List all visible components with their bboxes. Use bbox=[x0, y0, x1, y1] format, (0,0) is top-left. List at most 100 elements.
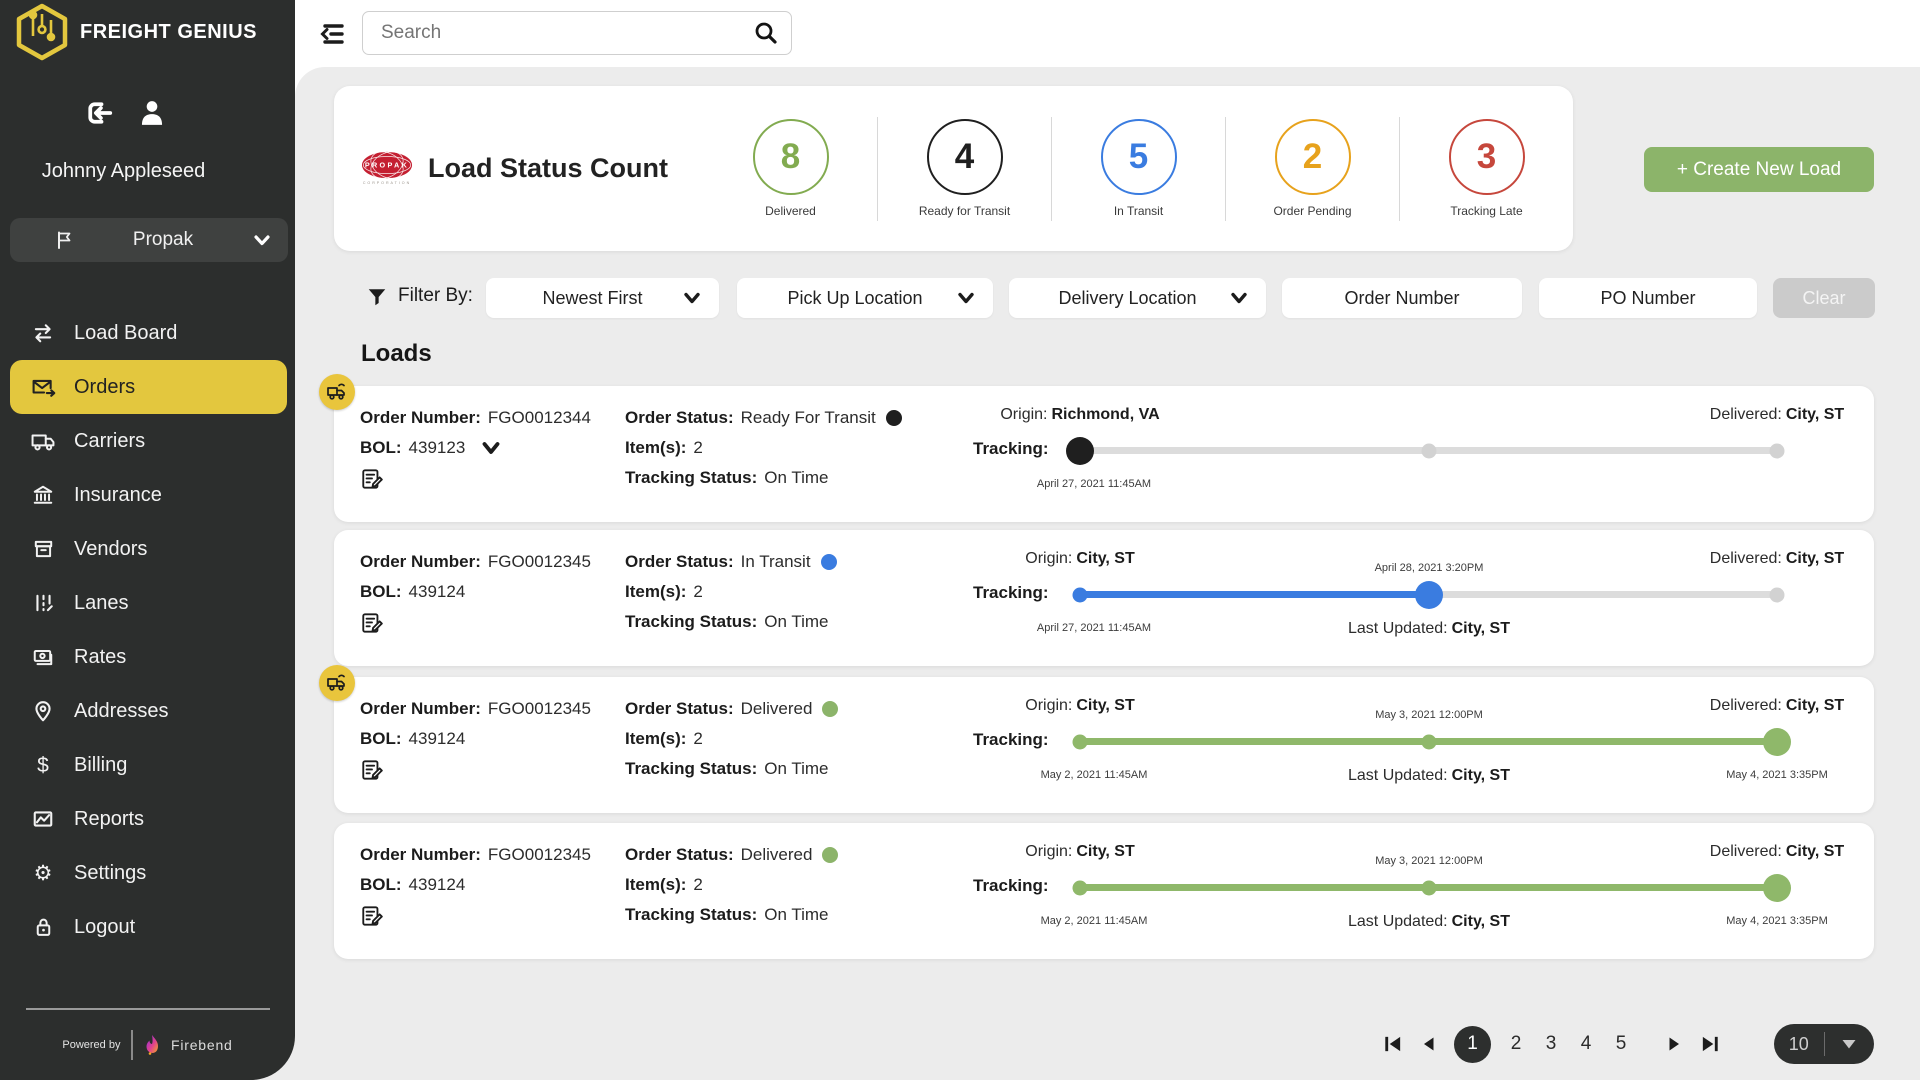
create-new-load-button[interactable]: + Create New Load bbox=[1644, 147, 1874, 192]
profile-button[interactable] bbox=[140, 100, 164, 126]
start-timestamp: May 2, 2021 11:45AM bbox=[1041, 915, 1148, 927]
end-timestamp: May 4, 2021 3:35PM bbox=[1726, 915, 1828, 927]
tracking-dot bbox=[1763, 728, 1791, 756]
last-updated-text bbox=[1427, 476, 1431, 494]
sidebar-item-billing[interactable]: $ Billing bbox=[10, 738, 287, 792]
sidebar-item-rates[interactable]: Rates bbox=[10, 630, 287, 684]
filter-funnel-icon bbox=[366, 286, 388, 308]
sidebar: FREIGHT GENIUS Johnny Appleseed Propak bbox=[0, 0, 295, 1080]
start-timestamp: April 27, 2021 11:45AM bbox=[1037, 622, 1151, 634]
last-page-button[interactable] bbox=[1699, 1033, 1721, 1055]
page-button-1[interactable]: 1 bbox=[1454, 1026, 1491, 1063]
gear-icon: ⚙ bbox=[30, 863, 56, 884]
tracking-dot bbox=[1421, 734, 1436, 749]
page-size-value: 10 bbox=[1774, 1034, 1824, 1055]
tracking-progress-bar bbox=[1080, 884, 1777, 891]
load-status-panel: PROPAK CORPORATION Load Status Count 8 D… bbox=[334, 86, 1573, 251]
tracking-dot bbox=[1421, 443, 1436, 458]
brand-name: FREIGHT GENIUS bbox=[80, 21, 257, 44]
map-pin-icon bbox=[30, 700, 56, 723]
end-timestamp: May 4, 2021 3:35PM bbox=[1726, 769, 1828, 781]
origin-text: Origin:Richmond, VA bbox=[1000, 406, 1159, 424]
first-page-icon bbox=[1382, 1033, 1404, 1055]
sort-dropdown[interactable]: Newest First bbox=[486, 278, 719, 318]
company-selector[interactable]: Propak bbox=[10, 218, 288, 262]
tracking-dot bbox=[1073, 734, 1088, 749]
tracking-dot bbox=[1066, 437, 1094, 465]
po-number-input[interactable] bbox=[1539, 278, 1757, 318]
filter-by-label: Filter By: bbox=[398, 285, 473, 307]
collapse-sidebar-icon bbox=[317, 19, 347, 49]
logout-shortcut-button[interactable] bbox=[84, 100, 114, 126]
delivered-text: Delivered:City, ST bbox=[1710, 406, 1844, 424]
last-updated-text: Last Updated:City, ST bbox=[1348, 913, 1510, 931]
start-timestamp: April 27, 2021 11:45AM bbox=[1037, 478, 1151, 490]
load-card: Order Number: FGO0012345 BOL: 439124 Ord… bbox=[334, 823, 1874, 959]
count-ready-for-transit: 4 Ready for Transit bbox=[878, 119, 1051, 218]
sidebar-item-insurance[interactable]: Insurance bbox=[10, 468, 287, 522]
tracking-dot bbox=[1770, 587, 1785, 602]
start-timestamp: May 2, 2021 11:45AM bbox=[1041, 769, 1148, 781]
powered-by: Powered by Firebend bbox=[0, 1030, 295, 1060]
tracking-dot bbox=[1763, 874, 1791, 902]
page-button-2[interactable]: 2 bbox=[1506, 1033, 1526, 1055]
sidebar-item-addresses[interactable]: Addresses bbox=[10, 684, 287, 738]
tracking-label: Tracking: bbox=[973, 730, 1049, 750]
sidebar-item-lanes[interactable]: Lanes bbox=[10, 576, 287, 630]
pickup-location-dropdown[interactable]: Pick Up Location bbox=[737, 278, 993, 318]
page-button-5[interactable]: 5 bbox=[1611, 1033, 1631, 1055]
tracking-section: Tracking: Origin:City, ST Delivered:City… bbox=[334, 677, 1874, 813]
delivery-location-dropdown[interactable]: Delivery Location bbox=[1009, 278, 1266, 318]
previous-page-button[interactable] bbox=[1419, 1033, 1439, 1055]
count-order-pending: 2 Order Pending bbox=[1226, 119, 1399, 218]
panel-title: Load Status Count bbox=[428, 153, 668, 184]
page-size-chevron-icon bbox=[1825, 1038, 1875, 1050]
tracking-dot bbox=[1770, 443, 1785, 458]
propak-logo: PROPAK CORPORATION bbox=[360, 140, 414, 198]
sidebar-divider bbox=[26, 1008, 270, 1010]
sidebar-item-load-board[interactable]: Load Board bbox=[10, 306, 287, 360]
sidebar-item-orders[interactable]: Orders bbox=[10, 360, 287, 414]
logout-exit-icon bbox=[84, 100, 114, 126]
pagination: 1 2 3 4 5 bbox=[1382, 1024, 1721, 1064]
dollar-icon: $ bbox=[30, 755, 56, 776]
search-input[interactable] bbox=[363, 22, 753, 44]
count-tracking-late: 3 Tracking Late bbox=[1400, 119, 1573, 218]
clear-filters-button[interactable]: Clear bbox=[1773, 278, 1875, 318]
page-button-3[interactable]: 3 bbox=[1541, 1033, 1561, 1055]
chevron-down-icon bbox=[1228, 288, 1250, 308]
powered-brand: Firebend bbox=[171, 1037, 233, 1053]
envelope-arrow-icon bbox=[30, 376, 56, 398]
user-name: Johnny Appleseed bbox=[0, 160, 271, 183]
sidebar-item-vendors[interactable]: Vendors bbox=[10, 522, 287, 576]
freight-genius-logo-icon bbox=[14, 2, 70, 62]
svg-text:PROPAK: PROPAK bbox=[365, 160, 409, 169]
search-icon[interactable] bbox=[753, 20, 779, 46]
origin-text: Origin:City, ST bbox=[1025, 550, 1135, 568]
collapse-sidebar-button[interactable] bbox=[315, 17, 349, 51]
next-page-icon bbox=[1664, 1033, 1684, 1055]
first-page-button[interactable] bbox=[1382, 1033, 1404, 1055]
sidebar-item-carriers[interactable]: Carriers bbox=[10, 414, 287, 468]
last-page-icon bbox=[1699, 1033, 1721, 1055]
sidebar-item-reports[interactable]: Reports bbox=[10, 792, 287, 846]
next-page-button[interactable] bbox=[1664, 1033, 1684, 1055]
load-card: Order Number: FGO0012344 BOL: 439123 Ord… bbox=[334, 386, 1874, 522]
midpoint-timestamp: May 3, 2021 12:00PM bbox=[1375, 709, 1483, 721]
lock-icon bbox=[30, 916, 56, 938]
tracking-label: Tracking: bbox=[973, 439, 1049, 459]
tracking-progress-bar bbox=[1080, 447, 1777, 454]
sidebar-item-logout[interactable]: Logout bbox=[10, 900, 287, 954]
chevron-down-icon bbox=[252, 230, 272, 250]
delivered-text: Delivered:City, ST bbox=[1710, 550, 1844, 568]
tracking-section: Tracking: Origin:Richmond, VA Delivered:… bbox=[334, 386, 1874, 522]
delivered-text: Delivered:City, ST bbox=[1710, 843, 1844, 861]
page-size-dropdown[interactable]: 10 bbox=[1774, 1024, 1874, 1064]
previous-page-icon bbox=[1419, 1033, 1439, 1055]
order-number-input[interactable] bbox=[1282, 278, 1522, 318]
load-card: Order Number: FGO0012345 BOL: 439124 Ord… bbox=[334, 530, 1874, 666]
svg-text:CORPORATION: CORPORATION bbox=[363, 181, 411, 185]
flag-icon bbox=[54, 230, 74, 250]
sidebar-item-settings[interactable]: ⚙ Settings bbox=[10, 846, 287, 900]
page-button-4[interactable]: 4 bbox=[1576, 1033, 1596, 1055]
